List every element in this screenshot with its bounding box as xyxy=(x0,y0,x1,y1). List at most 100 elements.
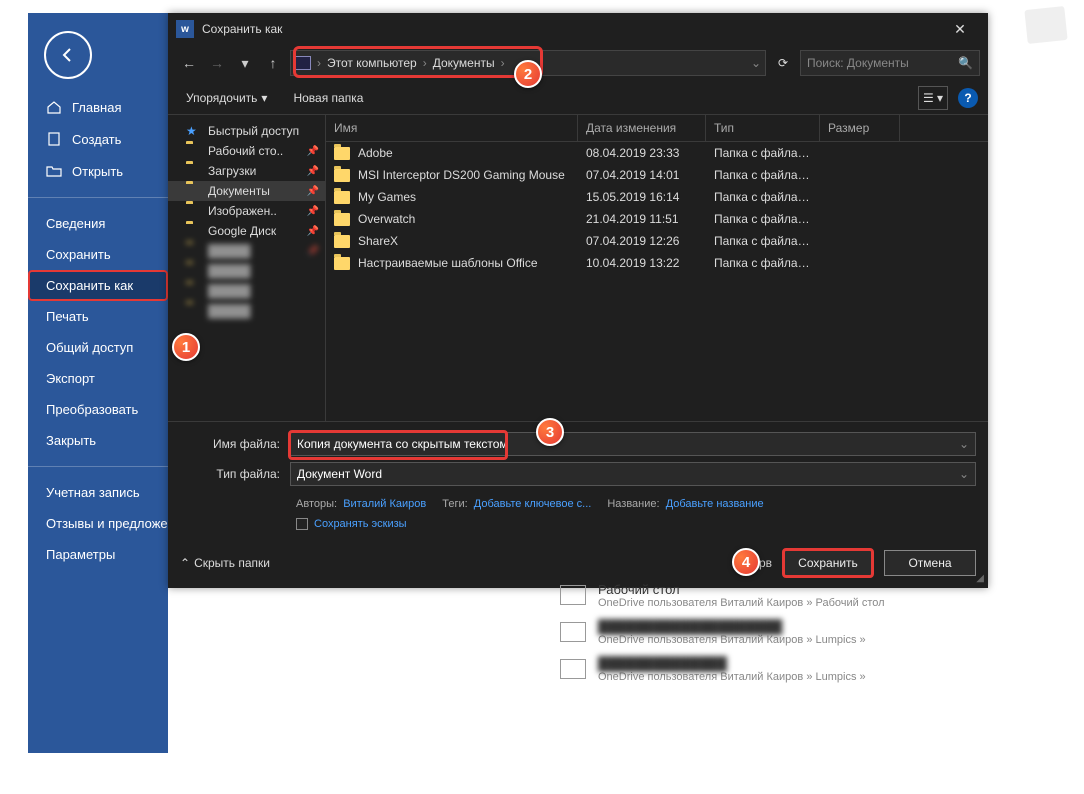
word-icon: w xyxy=(176,20,194,38)
filetype-select[interactable]: Документ Word ⌄ xyxy=(290,462,976,486)
nav-item-open[interactable]: Открыть xyxy=(28,155,168,187)
tree-node[interactable]: █████ xyxy=(168,281,325,301)
nav-item-transform[interactable]: Преобразовать xyxy=(28,394,168,425)
table-row[interactable]: Overwatch21.04.2019 11:51Папка с файлами xyxy=(326,208,988,230)
folder-icon xyxy=(334,147,350,160)
nav-recent-button[interactable]: ▾ xyxy=(232,50,258,76)
save-button[interactable]: Сохранить xyxy=(782,548,874,578)
table-row[interactable]: MSI Interceptor DS200 Gaming Mouse 07.04.… xyxy=(326,164,988,186)
table-row[interactable]: My Games15.05.2019 16:14Папка с файлами xyxy=(326,186,988,208)
filename-input[interactable]: Копия документа со скрытым текстом ⌄ xyxy=(290,432,976,456)
tree-node[interactable]: Рабочий сто..📌 xyxy=(168,141,325,161)
row-size xyxy=(820,188,900,206)
nav-forward-button[interactable]: → xyxy=(204,50,230,76)
star-icon: ★ xyxy=(186,124,202,138)
nav-label: Параметры xyxy=(46,547,115,562)
refresh-button[interactable]: ⟳ xyxy=(770,50,796,76)
row-date: 07.04.2019 14:01 xyxy=(578,166,706,184)
nav-item-saveas[interactable]: Сохранить как xyxy=(28,270,168,301)
recent-item[interactable]: ████████████████████OneDrive пользовател… xyxy=(560,619,990,646)
table-row[interactable]: ShareX07.04.2019 12:26Папка с файлами xyxy=(326,230,988,252)
close-icon[interactable]: ✕ xyxy=(940,13,980,45)
search-input[interactable]: Поиск: Документы 🔍 xyxy=(800,50,980,76)
tags-link[interactable]: Добавьте ключевое с... xyxy=(474,498,592,510)
nav-item-print[interactable]: Печать xyxy=(28,301,168,332)
tree-label: Загрузки xyxy=(208,164,256,178)
row-type: Папка с файлами xyxy=(706,144,820,162)
callout-marker-4: 4 xyxy=(732,548,760,576)
nav-footer: Учетная записьОтзывы и предложения Параме… xyxy=(28,477,168,570)
organize-button[interactable]: Упорядочить▾ xyxy=(178,87,275,109)
tree-node[interactable]: Документы 📌 xyxy=(168,181,325,201)
recent-locations: Рабочий столOneDrive пользователя Витали… xyxy=(560,582,990,693)
nav-item-export[interactable]: Экспорт xyxy=(28,363,168,394)
nav-item-options[interactable]: Параметры xyxy=(28,539,168,570)
col-date[interactable]: Дата изменения xyxy=(578,115,706,141)
crumb-docs[interactable]: Документы xyxy=(429,56,499,70)
back-button[interactable] xyxy=(44,31,92,79)
nav-label: Общий доступ xyxy=(46,340,133,355)
dialog-footer: ⌃ Скрыть папки Серв Сохранить Отмена xyxy=(168,540,988,588)
folder-icon xyxy=(186,164,202,178)
row-name: MSI Interceptor DS200 Gaming Mouse xyxy=(358,168,565,182)
nav-item-new[interactable]: Создать xyxy=(28,123,168,155)
folder-open-icon xyxy=(46,163,62,179)
nav-item-home[interactable]: Главная xyxy=(28,91,168,123)
tree-label: █████ xyxy=(208,264,251,278)
tree-label: Документы xyxy=(208,184,270,198)
nav-item-feedback[interactable]: Отзывы и предложения xyxy=(28,508,168,539)
dialog-title: Сохранить как xyxy=(202,22,940,36)
col-type[interactable]: Тип xyxy=(706,115,820,141)
folder-icon xyxy=(186,304,202,318)
row-date: 07.04.2019 12:26 xyxy=(578,232,706,250)
pin-icon: 📌 xyxy=(307,186,319,197)
nav-primary: Главная Создать Открыть xyxy=(28,91,168,187)
tree-node[interactable]: Загрузки📌 xyxy=(168,161,325,181)
nav-item-share[interactable]: Общий доступ xyxy=(28,332,168,363)
save-thumb-checkbox[interactable] xyxy=(296,518,308,530)
table-row[interactable]: Настраиваемые шаблоны Office10.04.2019 1… xyxy=(326,252,988,274)
file-list: Имя Дата изменения Тип Размер Adobe08.04… xyxy=(326,115,988,421)
hide-folders-button[interactable]: ⌃ Скрыть папки xyxy=(180,556,270,570)
table-row[interactable]: Adobe08.04.2019 23:33Папка с файлами xyxy=(326,142,988,164)
row-type: Папка с файлами xyxy=(706,166,820,184)
tree-node[interactable]: Google Диск📌 xyxy=(168,221,325,241)
view-options-button[interactable]: ☰ ▾ xyxy=(918,86,948,110)
nav-item-save[interactable]: Сохранить xyxy=(28,239,168,270)
pin-icon: 📌 xyxy=(307,226,319,237)
home-icon xyxy=(46,99,62,115)
tree-label: Изображен.. xyxy=(208,204,277,218)
col-name[interactable]: Имя xyxy=(326,115,578,141)
recent-item[interactable]: ██████████████OneDrive пользователя Вита… xyxy=(560,656,990,683)
row-date: 15.05.2019 16:14 xyxy=(578,188,706,206)
title-link[interactable]: Добавьте название xyxy=(666,498,764,510)
col-size[interactable]: Размер xyxy=(820,115,900,141)
nav-item-close[interactable]: Закрыть xyxy=(28,425,168,456)
tags-label: Теги: xyxy=(442,498,467,510)
row-type: Папка с файлами xyxy=(706,232,820,250)
folder-icon xyxy=(186,144,202,158)
cancel-button[interactable]: Отмена xyxy=(884,550,976,576)
folder-icon xyxy=(186,284,202,298)
nav-item-info[interactable]: Сведения xyxy=(28,208,168,239)
tree-node[interactable]: █████ xyxy=(168,261,325,281)
nav-item-account[interactable]: Учетная запись xyxy=(28,477,168,508)
nav-up-button[interactable]: ↑ xyxy=(260,50,286,76)
tree-node[interactable]: █████ xyxy=(168,301,325,321)
tree-node[interactable]: █████📌 xyxy=(168,241,325,261)
pin-icon: 📌 xyxy=(307,206,319,217)
authors-link[interactable]: Виталий Каиров xyxy=(343,498,426,510)
tree-label: Быстрый доступ xyxy=(208,124,299,138)
row-name: Настраиваемые шаблоны Office xyxy=(358,256,538,270)
search-icon: 🔍 xyxy=(958,56,973,70)
dialog-form: Имя файла: Копия документа со скрытым те… xyxy=(168,421,988,540)
tree-node[interactable]: ★ Быстрый доступ xyxy=(168,121,325,141)
help-button[interactable]: ? xyxy=(958,88,978,108)
tree-node[interactable]: Изображен.. 📌 xyxy=(168,201,325,221)
crumb-pc[interactable]: Этот компьютер xyxy=(323,56,421,70)
nav-label: Создать xyxy=(72,132,121,147)
new-folder-button[interactable]: Новая папка xyxy=(285,87,371,109)
recent-item[interactable]: Рабочий столOneDrive пользователя Витали… xyxy=(560,582,990,609)
nav-back-button[interactable]: ← xyxy=(176,50,202,76)
folder-icon xyxy=(186,264,202,278)
